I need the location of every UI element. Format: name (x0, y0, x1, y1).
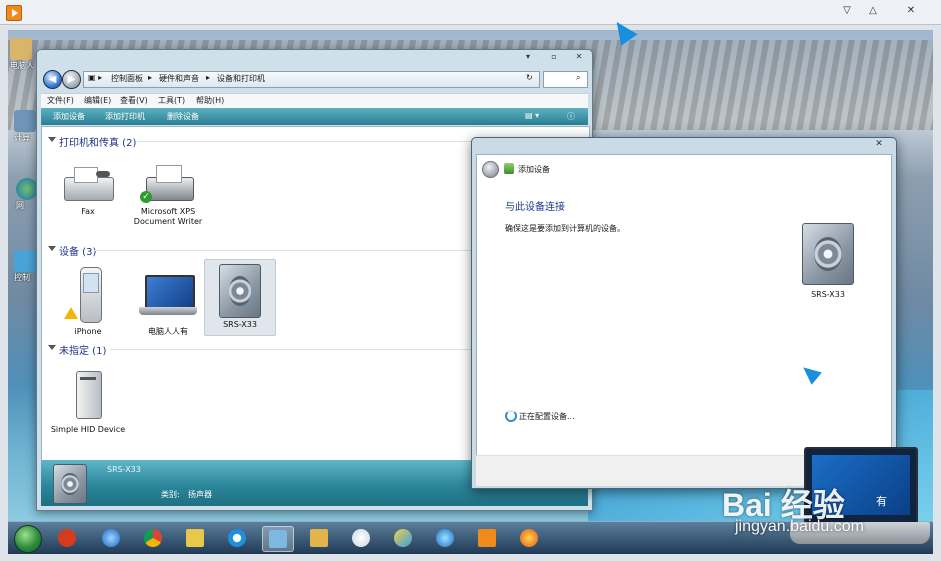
close-icon[interactable]: ✕ (573, 52, 585, 62)
taskbar-explorer[interactable] (304, 526, 334, 550)
command-bar: 添加设备 添加打印机 删除设备 ▤ ▾ ⓘ (41, 108, 588, 125)
paint-icon (394, 529, 412, 547)
device-item-fax[interactable]: Fax (50, 163, 126, 217)
address-bar[interactable]: ▣ ▸ 控制面板 ▸ 硬件和声音 ▸ 设备和打印机 ↻ (83, 71, 540, 88)
folder-notes-icon (186, 529, 204, 547)
menu-bar: 文件(F) 编辑(E) 查看(V) 工具(T) 帮助(H) (41, 93, 588, 109)
player-title-bar: ▽ △ ✕ (0, 0, 941, 25)
menu-help[interactable]: 帮助(H) (196, 95, 224, 106)
control-panel-icon (269, 530, 287, 548)
ie-icon (102, 529, 120, 547)
video-player-icon (478, 529, 496, 547)
search-icon: ⌕ (576, 73, 581, 82)
network-icon (16, 178, 38, 200)
desktop-icon[interactable]: 电脑人 (10, 38, 34, 71)
taskbar-tools[interactable] (346, 526, 376, 550)
phone-icon (60, 265, 116, 325)
device-name-label: SRS-X33 (811, 290, 845, 299)
printer-icon: ✓ (140, 163, 196, 205)
view-options-icon[interactable]: ▤ ▾ (525, 111, 539, 120)
minimize-icon[interactable]: ▾ (522, 52, 534, 62)
media-icon (436, 529, 454, 547)
help-icon[interactable]: ⓘ (567, 111, 575, 122)
device-item-laptop[interactable]: 电脑人人有 (130, 265, 206, 337)
device-item-srs-x33[interactable]: SRS-X33 (204, 259, 276, 336)
taskbar-paint[interactable] (388, 526, 418, 550)
collapse-icon (48, 246, 56, 251)
control-panel-icon (14, 250, 36, 272)
speaker-icon (53, 464, 87, 504)
device-item-xps-writer[interactable]: ✓ Microsoft XPS Document Writer (130, 163, 206, 227)
close-icon[interactable]: ✕ (871, 139, 887, 150)
collapse-icon (48, 345, 56, 350)
watermark-url: jingyan.baidu.com (735, 518, 864, 535)
collapse-icon (48, 137, 56, 142)
warning-icon (64, 307, 78, 319)
device-item-hid[interactable]: Simple HID Device (50, 367, 126, 435)
firefox-icon (520, 529, 538, 547)
folder-icon (310, 529, 328, 547)
chevron-up-icon[interactable]: △ (866, 4, 880, 18)
search-input[interactable]: ⌕ (543, 71, 588, 88)
forward-button[interactable]: ▶ (62, 70, 81, 89)
dialog-body: 添加设备 与此设备连接 确保这是要添加到计算机的设备。 SRS-X33 正在配置… (476, 154, 892, 456)
menu-edit[interactable]: 编辑(E) (84, 95, 111, 106)
laptop-icon (135, 265, 201, 325)
maximize-icon[interactable]: ▫ (548, 52, 560, 62)
refresh-icon[interactable]: ↻ (526, 73, 533, 82)
default-check-icon: ✓ (140, 191, 152, 203)
breadcrumb-devices-printers[interactable]: 设备和打印机 (217, 73, 265, 84)
breadcrumb-control-panel[interactable]: 控制面板 (111, 73, 143, 84)
taskbar-app-red[interactable] (52, 526, 82, 550)
control-panel-icon: ▣ ▸ (88, 73, 103, 82)
add-printer-button[interactable]: 添加打印机 (105, 111, 145, 122)
taskbar-control-panel[interactable] (262, 526, 294, 552)
taskbar-video-player[interactable] (472, 526, 502, 550)
menu-view[interactable]: 查看(V) (120, 95, 148, 106)
breadcrumb-separator: ▸ (206, 73, 211, 82)
speaker-icon (219, 264, 261, 318)
chrome-icon (144, 529, 162, 547)
hid-device-icon (60, 367, 116, 423)
menu-file[interactable]: 文件(F) (47, 95, 74, 106)
breadcrumb-separator: ▸ (148, 73, 153, 82)
dialog-description: 确保这是要添加到计算机的设备。 (505, 224, 625, 233)
desktop-icon[interactable]: 网 (16, 178, 38, 211)
app-red-icon (58, 529, 76, 547)
dialog-heading: 与此设备连接 (505, 202, 565, 213)
taskbar-firefox[interactable] (514, 526, 544, 550)
window-caption: ▾ ▫ ✕ (37, 50, 592, 66)
computer-icon (14, 110, 36, 132)
taskbar-notes[interactable] (180, 526, 210, 550)
player-logo-icon[interactable] (6, 5, 22, 21)
desktop-icon[interactable]: 控制 (14, 250, 36, 283)
breadcrumb-hardware-sound[interactable]: 硬件和声音 (159, 73, 199, 84)
menu-tools[interactable]: 工具(T) (158, 95, 185, 106)
dialog-title: 添加设备 (518, 165, 550, 174)
back-button[interactable]: ◀ (43, 70, 62, 89)
back-button[interactable] (482, 161, 499, 178)
add-device-dialog: ✕ 添加设备 与此设备连接 确保这是要添加到计算机的设备。 SRS-X33 正在… (471, 137, 897, 489)
speaker-icon (802, 223, 854, 285)
taskbar-qq-browser[interactable] (222, 526, 252, 550)
add-device-button[interactable]: 添加设备 (53, 111, 85, 122)
tools-icon (352, 529, 370, 547)
device-item-iphone[interactable]: iPhone (50, 265, 126, 337)
desktop-icon[interactable]: 计算 (14, 110, 36, 143)
start-button[interactable] (14, 525, 42, 553)
remove-device-button[interactable]: 删除设备 (167, 111, 199, 122)
status-text: 正在配置设备... (519, 412, 575, 421)
taskbar-ie[interactable] (96, 526, 126, 550)
add-device-icon (504, 163, 514, 174)
taskbar-chrome[interactable] (138, 526, 168, 550)
fax-icon (60, 163, 116, 205)
taskbar-media[interactable] (430, 526, 460, 550)
address-toolbar: ◀ ▶ ▣ ▸ 控制面板 ▸ 硬件和声音 ▸ 设备和打印机 ↻ ⌕ (41, 68, 588, 90)
chevron-down-icon[interactable]: ▽ (840, 4, 854, 18)
close-icon[interactable]: ✕ (904, 4, 918, 18)
progress-spinner-icon (505, 410, 517, 422)
qq-browser-icon (228, 529, 246, 547)
folder-icon (10, 38, 32, 60)
